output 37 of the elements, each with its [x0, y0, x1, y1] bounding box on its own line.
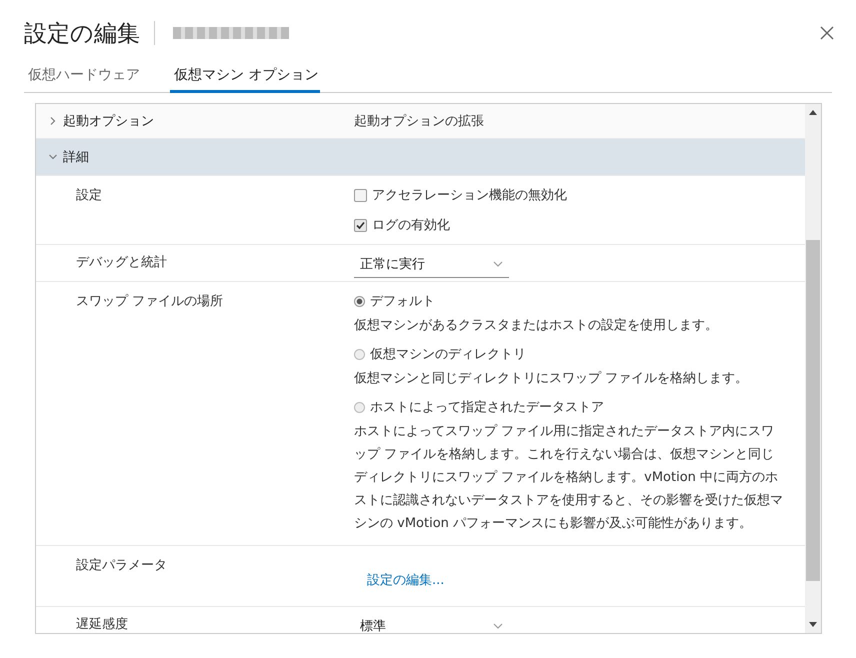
tab[interactable]: 仮想マシン オプション [170, 66, 320, 93]
setting-label: スワップ ファイルの場所 [76, 293, 224, 311]
caret-icon [493, 623, 503, 629]
scroll-down-icon[interactable] [809, 622, 817, 627]
checkbox-label: ログの有効化 [372, 217, 450, 234]
dropdown[interactable]: 正常に実行 [354, 253, 509, 278]
radio-label: デフォルト [370, 293, 435, 310]
edit-settings-link[interactable]: 設定の編集... [367, 571, 787, 589]
setting-label: 設定パラメータ [76, 557, 168, 575]
setting-label: 設定 [76, 187, 103, 205]
option-description: ホストによってスワップ ファイル用に指定されたデータストア内にスワップ ファイルを格納します。これを行えない場合は、仮想マシンと同じディレクトリにスワップ ファイルを格納します。vMotion 中に両方のホストに認識されないデータストアを使用すると、その影響を受けた仮想マシンの vMotion パフォーマンスにも影響が及ぶ可能性があります。 [354, 423, 784, 533]
checkbox[interactable] [354, 188, 367, 202]
section-header[interactable]: 起動オプション 起動オプションの拡張 [36, 104, 805, 139]
radio-label: ホストによって指定されたデータストア [370, 399, 604, 416]
tab[interactable]: 仮想ハードウェア [24, 66, 142, 93]
dialog-title: 設定の編集 [24, 20, 140, 48]
scroll-up-icon[interactable] [809, 110, 817, 115]
section-title: 起動オプション [63, 113, 155, 130]
setting-label: デバッグと統計 [76, 254, 168, 272]
chevron-icon [49, 153, 57, 161]
chevron-icon [49, 117, 57, 125]
radio-button[interactable] [354, 348, 365, 360]
radio-label: 仮想マシンのディレクトリ [370, 346, 526, 363]
section-value: 起動オプションの拡張 [354, 113, 484, 130]
close-icon[interactable] [820, 26, 834, 40]
scrollbar[interactable] [805, 104, 821, 633]
checkbox-label: アクセラレーション機能の無効化 [372, 187, 567, 204]
section-title: 詳細 [63, 149, 90, 166]
caret-icon [493, 261, 503, 267]
section-header[interactable]: 詳細 [36, 139, 805, 176]
dropdown[interactable]: 標準 [354, 615, 509, 633]
setting-label: 遅延感度 [76, 616, 129, 633]
option-description: 仮想マシンと同じディレクトリにスワップ ファイルを格納します。 [354, 370, 750, 388]
radio-button[interactable] [354, 402, 365, 412]
radio-button[interactable] [354, 296, 365, 306]
option-description: 仮想マシンがあるクラスタまたはホストの設定を使用します。 [354, 317, 719, 335]
checkbox[interactable] [354, 218, 367, 232]
